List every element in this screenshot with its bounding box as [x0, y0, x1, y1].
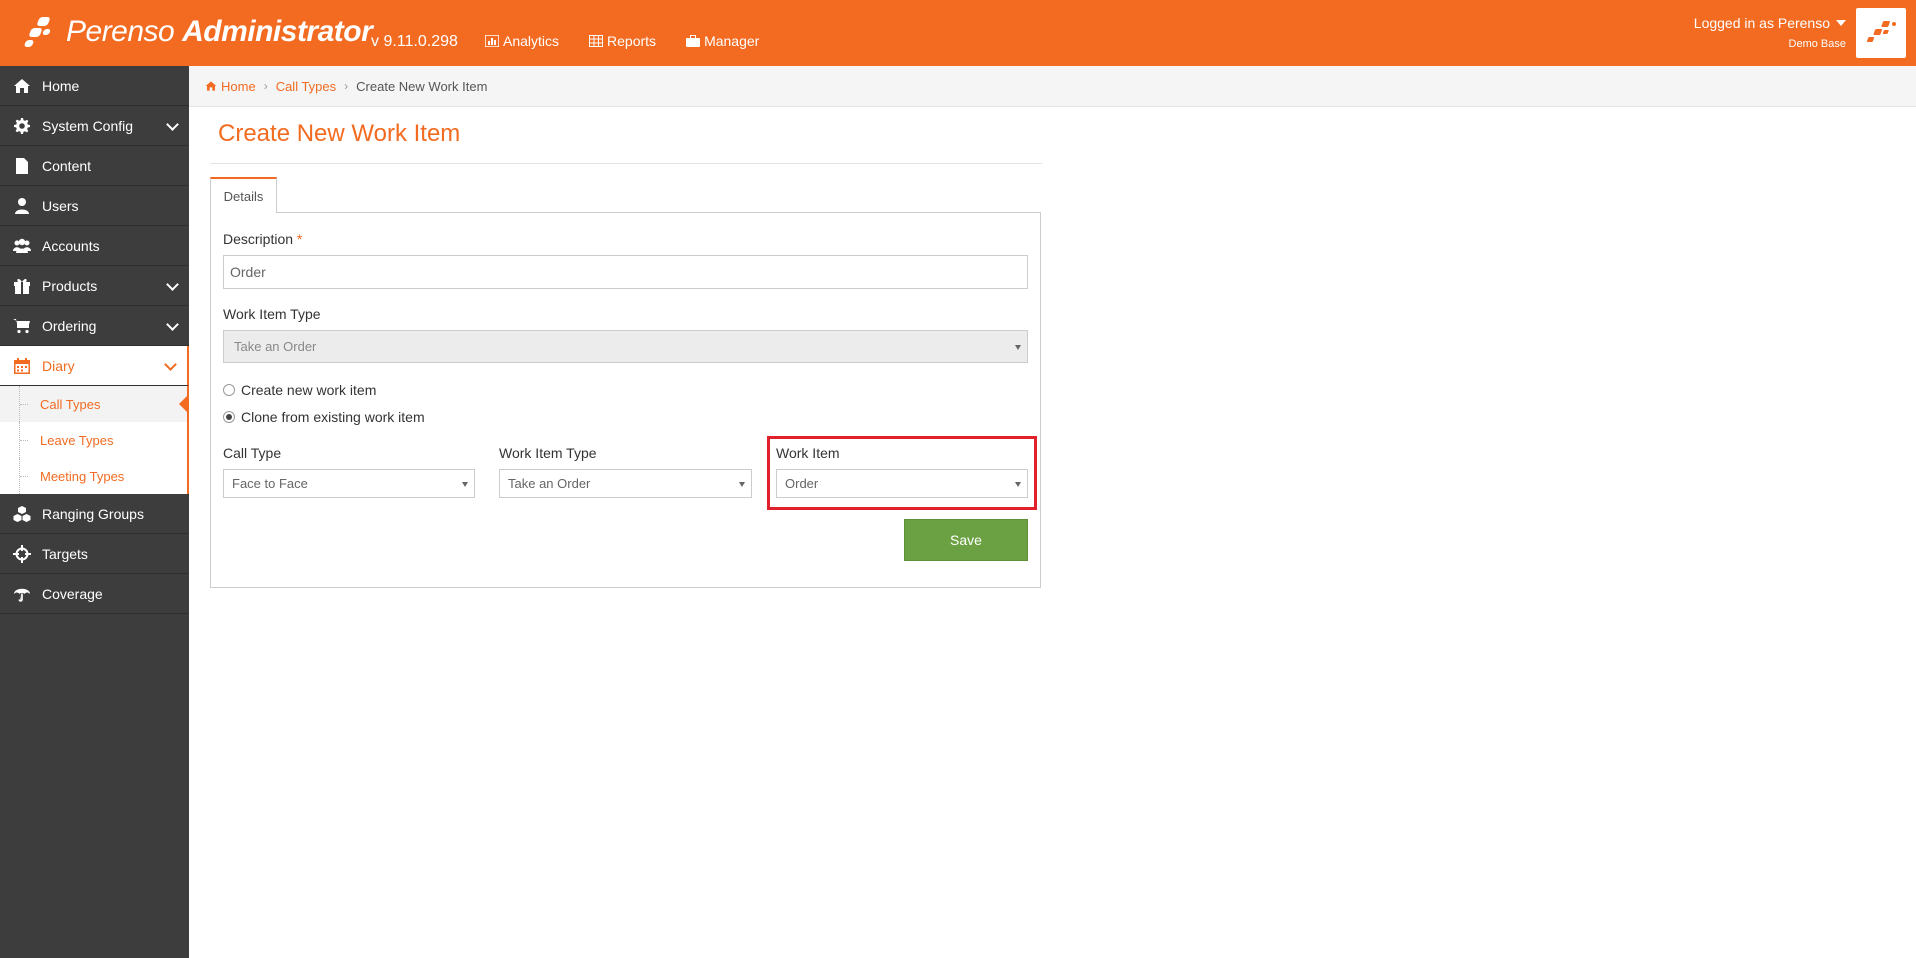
perenso-logo-icon: [23, 14, 60, 50]
nav-manager[interactable]: Manager: [686, 33, 759, 49]
radio-create-new[interactable]: Create new work item: [223, 382, 376, 398]
sidebar-item-targets[interactable]: Targets: [0, 534, 189, 574]
highlight-box: [767, 436, 1037, 510]
top-bar: Perenso Administrator v 9.11.0.298 Analy…: [0, 0, 1916, 66]
required-marker: *: [296, 231, 303, 247]
sidebar-item-users[interactable]: Users: [0, 186, 189, 226]
chart-icon: [485, 35, 499, 47]
user-menu[interactable]: Logged in as Perenso Demo Base: [1694, 15, 1846, 50]
gift-icon: [11, 277, 33, 295]
crosshairs-icon: [11, 544, 33, 563]
breadcrumb-current: Create New Work Item: [356, 78, 488, 94]
call-type-label: Call Type: [223, 445, 282, 461]
users-icon: [11, 237, 33, 255]
avatar[interactable]: [1856, 8, 1906, 58]
calendar-icon: [11, 357, 33, 375]
work-item-type-label: Work Item Type: [223, 306, 321, 322]
dropdown-arrow-icon: [739, 481, 745, 487]
clone-work-item-type-select[interactable]: Take an Order: [499, 469, 752, 498]
save-button[interactable]: Save: [904, 519, 1028, 561]
dropdown-arrow-icon: [1015, 344, 1021, 350]
user-icon: [11, 197, 33, 215]
clone-work-item-type-label: Work Item Type: [499, 445, 597, 461]
table-icon: [589, 35, 604, 47]
home-icon: [11, 77, 33, 95]
sidebar-item-content[interactable]: Content: [0, 146, 189, 186]
nav-analytics[interactable]: Analytics: [485, 33, 559, 49]
description-field[interactable]: Order: [223, 255, 1028, 289]
radio-clone-existing[interactable]: Clone from existing work item: [223, 409, 425, 425]
sidebar-item-system-config[interactable]: System Config: [0, 106, 189, 146]
sidebar-item-coverage[interactable]: Coverage: [0, 574, 189, 614]
chevron-right-icon: ›: [344, 79, 349, 93]
cart-icon: [11, 317, 33, 335]
caret-down-icon: [1836, 20, 1846, 26]
title-divider: [210, 163, 1042, 164]
dropdown-arrow-icon: [462, 481, 468, 487]
perenso-avatar-icon: [1866, 21, 1896, 42]
home-icon: [205, 81, 217, 91]
sidebar-item-accounts[interactable]: Accounts: [0, 226, 189, 266]
work-item-type-select: Take an Order: [223, 330, 1028, 363]
sidebar: Home System Config Content Users Account…: [0, 66, 189, 958]
active-pointer-icon: [179, 394, 189, 414]
app-version: v 9.11.0.298: [371, 33, 458, 50]
user-database: Demo Base: [1788, 38, 1846, 50]
nav-reports[interactable]: Reports: [589, 33, 656, 49]
user-label: Logged in as Perenso: [1693, 15, 1830, 31]
gear-icon: [11, 117, 33, 135]
breadcrumb: Home › Call Types › Create New Work Item: [189, 66, 1916, 107]
radio-button[interactable]: [223, 384, 235, 396]
sidebar-item-ranging-groups[interactable]: Ranging Groups: [0, 494, 189, 534]
diary-submenu: Call Types Leave Types Meeting Types: [0, 386, 189, 494]
app-logo[interactable]: Perenso Administrator: [23, 12, 373, 52]
tab-details[interactable]: Details: [210, 177, 277, 213]
description-label: Description *: [223, 231, 303, 247]
chevron-down-icon: [166, 318, 179, 331]
chevron-down-icon: [166, 118, 179, 131]
briefcase-icon: [686, 35, 701, 47]
breadcrumb-home[interactable]: Home: [205, 79, 256, 94]
chevron-down-icon: [166, 278, 179, 291]
chevron-right-icon: ›: [263, 79, 268, 93]
page-title: Create New Work Item: [218, 120, 461, 147]
file-icon: [11, 157, 33, 175]
chevron-down-icon: [164, 358, 177, 371]
cubes-icon: [11, 505, 33, 523]
sidebar-item-ordering[interactable]: Ordering: [0, 306, 189, 346]
radio-button-checked[interactable]: [223, 411, 235, 423]
top-nav: Analytics Reports Manager: [485, 33, 759, 49]
sidebar-item-home[interactable]: Home: [0, 66, 189, 106]
sidebar-subitem-call-types[interactable]: Call Types: [0, 386, 189, 422]
sidebar-subitem-meeting-types[interactable]: Meeting Types: [0, 458, 187, 494]
app-name: Perenso Administrator: [66, 15, 373, 48]
sidebar-item-products[interactable]: Products: [0, 266, 189, 306]
umbrella-icon: [11, 585, 33, 603]
sidebar-subitem-leave-types[interactable]: Leave Types: [0, 422, 187, 458]
sidebar-item-diary[interactable]: Diary: [0, 346, 189, 386]
breadcrumb-call-types[interactable]: Call Types: [276, 79, 336, 94]
call-type-select[interactable]: Face to Face: [223, 469, 475, 498]
